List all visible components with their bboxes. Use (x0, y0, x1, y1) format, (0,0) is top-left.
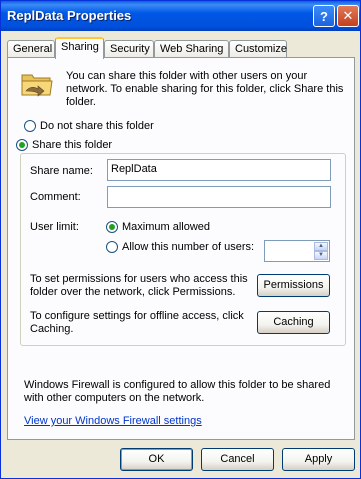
spinner-buttons: ▲ ▼ (314, 242, 328, 260)
spin-up-icon[interactable]: ▲ (314, 242, 328, 251)
radio-circle[interactable] (16, 139, 28, 151)
radio-circle[interactable] (24, 120, 36, 132)
cancel-button[interactable]: Cancel (201, 448, 274, 471)
tab-customize-label: Customize (235, 43, 287, 55)
ok-button-label: OK (148, 453, 165, 465)
help-button[interactable]: ? (313, 5, 335, 27)
comment-label: Comment: (30, 191, 81, 203)
share-name-value: ReplData (111, 163, 157, 175)
tab-general-label: General (13, 43, 53, 55)
tab-web-sharing[interactable]: Web Sharing (154, 40, 229, 58)
tab-customize[interactable]: Customize (229, 40, 287, 58)
sharing-intro-text: You can share this folder with other use… (66, 70, 344, 108)
radio-circle[interactable] (106, 221, 118, 233)
do-not-share-label: Do not share this folder (40, 120, 154, 132)
ok-button[interactable]: OK (120, 448, 193, 471)
tab-sharing-label: Sharing (61, 41, 99, 53)
window-title: ReplData Properties (7, 8, 132, 23)
maximum-allowed-radio[interactable]: Maximum allowed (106, 221, 210, 233)
properties-dialog: ReplData Properties ? ✕ General Sharing … (0, 0, 361, 479)
title-bar[interactable]: ReplData Properties ? ✕ (1, 1, 360, 31)
close-button[interactable]: ✕ (337, 5, 359, 27)
sharing-panel: You can share this folder with other use… (7, 57, 355, 440)
permissions-button-label: Permissions (263, 279, 324, 291)
maximum-allowed-label: Maximum allowed (122, 221, 211, 233)
spin-down-icon[interactable]: ▼ (314, 251, 328, 260)
user-count-spinner[interactable]: ▲ ▼ (264, 240, 330, 262)
share-this-folder-radio[interactable]: Share this folder (14, 139, 115, 151)
firewall-info-text: Windows Firewall is configured to allow … (24, 379, 331, 404)
tab-security-label: Security (110, 43, 150, 55)
apply-button[interactable]: Apply (282, 448, 355, 471)
tab-general[interactable]: General (7, 40, 55, 58)
firewall-settings-link[interactable]: View your Windows Firewall settings (24, 415, 202, 427)
help-icon: ? (320, 8, 328, 24)
permissions-button[interactable]: Permissions (257, 274, 330, 297)
share-name-input[interactable]: ReplData (107, 159, 331, 181)
permissions-text: To set permissions for users who access … (30, 273, 248, 298)
apply-button-label: Apply (304, 453, 333, 465)
caching-text: To configure settings for offline access… (30, 310, 244, 335)
user-limit-label: User limit: (30, 221, 79, 233)
caching-button-label: Caching (273, 316, 314, 328)
tab-web-sharing-label: Web Sharing (160, 43, 224, 55)
share-this-folder-label: Share this folder (32, 139, 113, 151)
close-icon: ✕ (342, 8, 354, 23)
caching-button[interactable]: Caching (257, 311, 330, 334)
tab-security[interactable]: Security (104, 40, 154, 58)
do-not-share-radio[interactable]: Do not share this folder (24, 120, 154, 132)
tab-sharing[interactable]: Sharing (55, 37, 104, 59)
allow-number-label: Allow this number of users: (122, 241, 255, 253)
shared-folder-icon (21, 74, 53, 97)
cancel-button-label: Cancel (220, 453, 255, 465)
radio-circle[interactable] (106, 241, 118, 253)
share-name-label: Share name: (30, 165, 93, 177)
allow-number-radio[interactable]: Allow this number of users: (106, 241, 254, 253)
comment-input[interactable] (107, 186, 331, 208)
